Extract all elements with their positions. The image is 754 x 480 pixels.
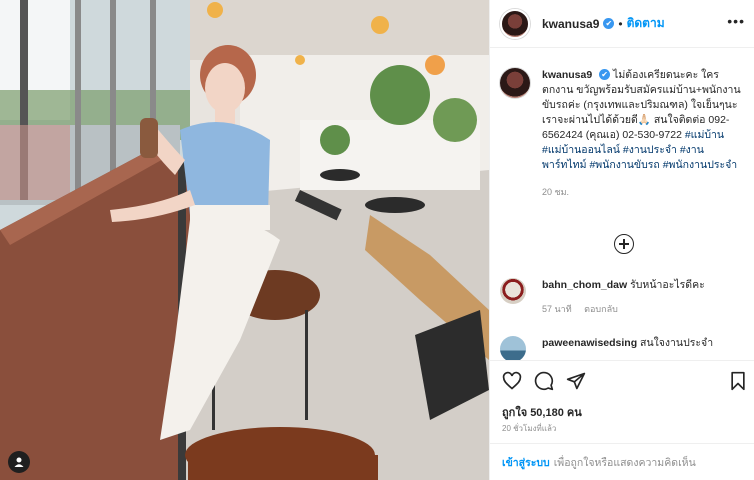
hashtag[interactable]: #แม่บ้าน	[685, 129, 724, 141]
verified-badge-icon: ✔	[603, 18, 615, 29]
heart-icon[interactable]	[502, 371, 522, 391]
add-comment-bar: เข้าสู่ระบบ เพื่อถูกใจหรือแสดงความคิดเห็…	[490, 443, 754, 480]
caption-timestamp: 20 ชม.	[542, 187, 570, 197]
hashtag[interactable]: #แม่บ้านออนไลน์	[542, 144, 620, 156]
author-avatar[interactable]	[500, 8, 530, 39]
post-photo[interactable]	[0, 0, 489, 480]
comment-username[interactable]: bahn_chom_daw	[542, 279, 627, 291]
follow-button[interactable]: ติดตาม	[627, 14, 665, 33]
caption-username[interactable]: kwanusa9	[542, 69, 592, 81]
comment-item: paweenawisedsing สนใจงานประจำ	[500, 336, 745, 362]
comment-text: สนใจงานประจำ	[640, 337, 714, 349]
login-link[interactable]: เข้าสู่ระบบ	[502, 454, 550, 471]
comment-item: bahn_chom_daw รับหน้าอะไรดีคะ 57 นาที ตอ…	[500, 278, 745, 316]
caption-text-block: kwanusa9 ✔ ไม่ต้องเครียดนะคะ ใครตกงาน ขว…	[542, 68, 745, 173]
post-header: kwanusa9 ✔ • ติดตาม •••	[490, 0, 754, 48]
bookmark-icon[interactable]	[729, 371, 747, 391]
hashtag[interactable]: #พนักงานขับรถ	[589, 159, 659, 171]
hashtag[interactable]: #งานประจำ	[623, 144, 677, 156]
person-icon	[14, 457, 24, 467]
caption-verified-badge-icon: ✔	[599, 69, 611, 80]
comment-icon[interactable]	[534, 371, 554, 391]
action-bar: ถูกใจ 50,180 คน 20 ชั่วโมงที่แล้ว เข้าสู…	[490, 360, 754, 480]
comment-username[interactable]: paweenawisedsing	[542, 337, 637, 349]
like-count[interactable]: ถูกใจ 50,180 คน	[502, 403, 582, 421]
separator-dot: •	[618, 16, 623, 31]
reply-button[interactable]: ตอบกลับ	[584, 304, 618, 314]
login-prompt-text: เพื่อถูกใจหรือแสดงความคิดเห็น	[553, 457, 696, 469]
author-username[interactable]: kwanusa9	[542, 17, 599, 31]
hashtag[interactable]: #พนักงานประจำ	[663, 159, 738, 171]
caption-avatar[interactable]	[500, 68, 530, 98]
post-caption: kwanusa9 ✔ ไม่ต้องเครียดนะคะ ใครตกงาน ขว…	[500, 68, 745, 199]
comment-avatar[interactable]	[500, 336, 526, 362]
plus-circle-icon[interactable]	[614, 234, 634, 254]
user-tag-icon[interactable]	[8, 451, 30, 473]
comment-text: รับหน้าอะไรดีคะ	[630, 279, 705, 291]
comment-avatar[interactable]	[500, 278, 526, 304]
share-icon[interactable]	[566, 371, 586, 391]
more-options-icon[interactable]: •••	[727, 14, 745, 28]
cafe-photo-illustration	[0, 0, 489, 480]
post-timestamp: 20 ชั่วโมงที่แล้ว	[502, 424, 557, 433]
comment-time: 57 นาที	[542, 304, 572, 314]
